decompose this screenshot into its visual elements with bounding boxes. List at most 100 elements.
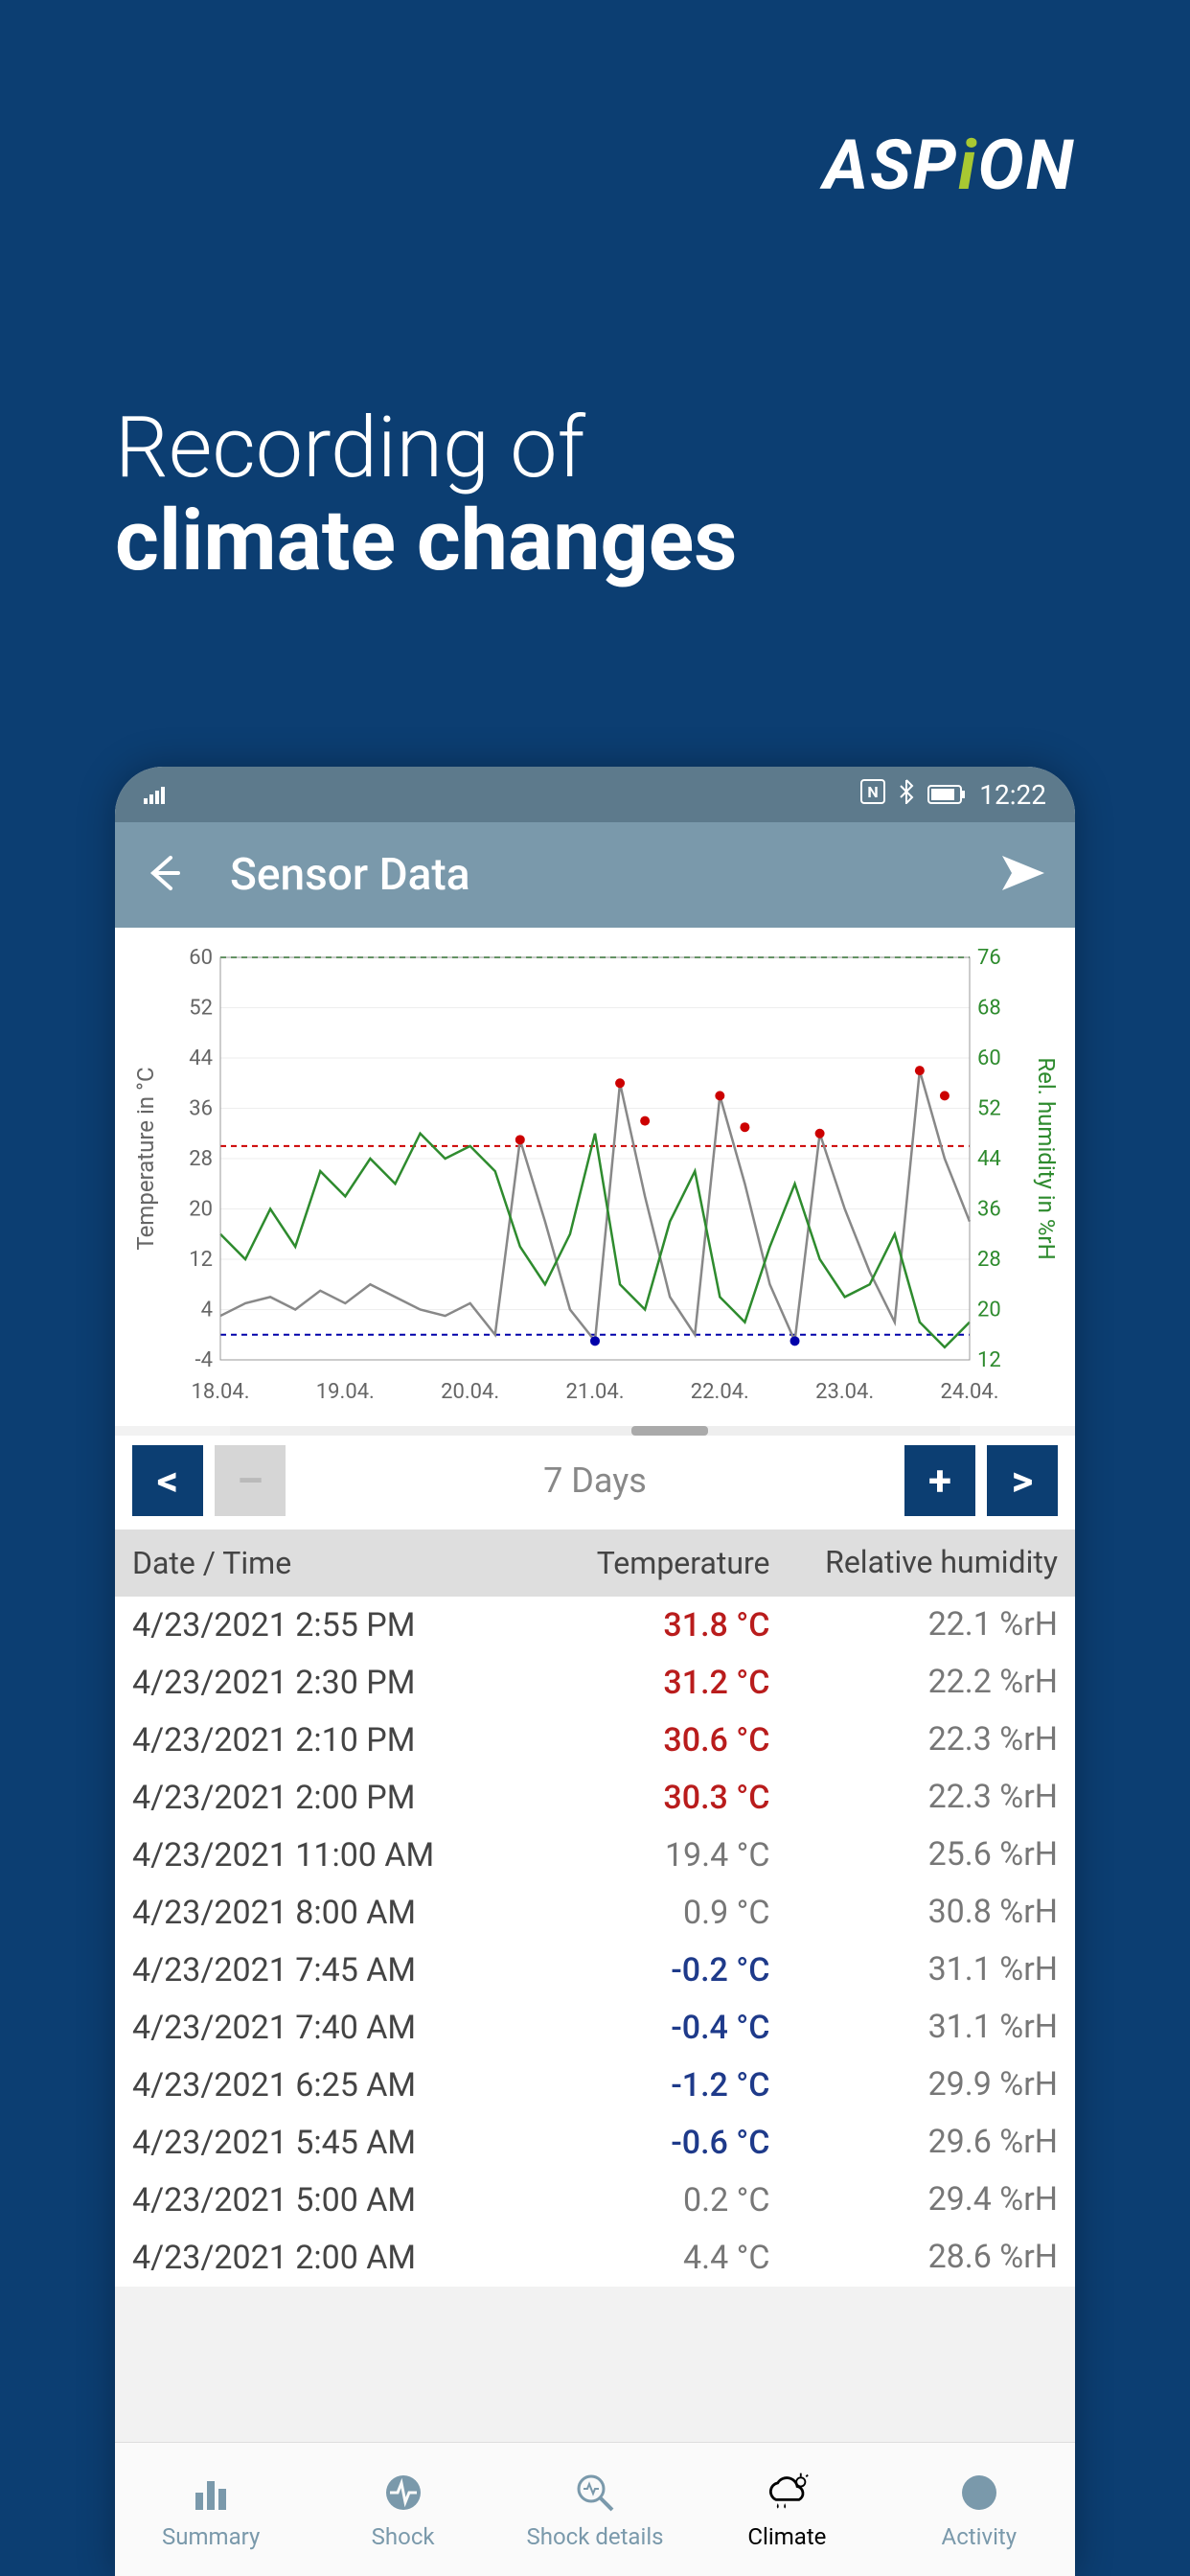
table-row[interactable]: 4/23/2021 2:00 AM4.4 °C28.6 %rH <box>115 2229 1075 2287</box>
table-row[interactable]: 4/23/2021 5:45 AM-0.6 °C29.6 %rH <box>115 2114 1075 2172</box>
svg-text:28: 28 <box>189 1147 213 1171</box>
cell-humidity: 22.1 %rH <box>799 1607 1058 1643</box>
table-row[interactable]: 4/23/2021 7:45 AM-0.2 °C31.1 %rH <box>115 1942 1075 1999</box>
send-icon[interactable] <box>1000 854 1046 896</box>
cell-humidity: 31.1 %rH <box>799 2010 1058 2045</box>
cell-datetime: 4/23/2021 2:00 PM <box>132 1779 539 1817</box>
table-row[interactable]: 4/23/2021 6:25 AM-1.2 °C29.9 %rH <box>115 2057 1075 2114</box>
nav-climate[interactable]: Climate <box>691 2443 882 2576</box>
svg-text:44: 44 <box>189 1046 213 1070</box>
cell-temperature: 30.3 °C <box>539 1779 798 1817</box>
range-label: 7 Days <box>297 1460 893 1501</box>
table-row[interactable]: 4/23/2021 5:00 AM0.2 °C29.4 %rH <box>115 2172 1075 2229</box>
cell-humidity: 28.6 %rH <box>799 2240 1058 2275</box>
back-icon[interactable] <box>144 854 182 896</box>
svg-text:60: 60 <box>189 947 213 970</box>
chart[interactable]: -441220283644526012202836445260687618.04… <box>115 928 1075 1426</box>
table-body: 4/23/2021 2:55 PM31.8 °C22.1 %rH4/23/202… <box>115 1597 1075 2287</box>
svg-text:36: 36 <box>189 1097 213 1121</box>
svg-text:60: 60 <box>977 1046 1001 1070</box>
chart-scrollbar[interactable] <box>230 1426 960 1436</box>
cell-temperature: 19.4 °C <box>539 1836 798 1874</box>
svg-text:22.04.: 22.04. <box>691 1380 749 1404</box>
cell-temperature: 0.2 °C <box>539 2181 798 2220</box>
clock-time: 12:22 <box>979 779 1046 811</box>
shock-icon <box>380 2470 426 2516</box>
nav-label: Activity <box>942 2523 1018 2550</box>
circle-icon <box>956 2470 1002 2516</box>
nav-label: Summary <box>162 2523 260 2550</box>
svg-text:12: 12 <box>977 1348 1001 1372</box>
table-row[interactable]: 4/23/2021 11:00 AM19.4 °C25.6 %rH <box>115 1827 1075 1884</box>
svg-text:19.04.: 19.04. <box>316 1380 375 1404</box>
prev-button[interactable]: < <box>132 1445 203 1516</box>
table-row[interactable]: 4/23/2021 7:40 AM-0.4 °C31.1 %rH <box>115 1999 1075 2057</box>
svg-text:68: 68 <box>977 997 1001 1021</box>
brand-logo: ASPiON <box>823 125 1075 206</box>
nav-shock-details[interactable]: Shock details <box>499 2443 691 2576</box>
cell-humidity: 25.6 %rH <box>799 1837 1058 1873</box>
cell-humidity: 30.8 %rH <box>799 1895 1058 1930</box>
cell-datetime: 4/23/2021 2:30 PM <box>132 1664 539 1702</box>
col-temperature: Temperature <box>539 1545 798 1581</box>
table-header: Date / Time Temperature Relative humidit… <box>115 1530 1075 1597</box>
table-row[interactable]: 4/23/2021 2:30 PM31.2 °C22.2 %rH <box>115 1654 1075 1712</box>
chart-controls: < – 7 Days + > <box>115 1436 1075 1530</box>
cell-temperature: 31.2 °C <box>539 1664 798 1702</box>
svg-text:4: 4 <box>201 1299 213 1322</box>
svg-text:N: N <box>868 783 879 801</box>
phone-mockup: N 12:22 Sensor Data -4412202836445260122… <box>115 767 1075 2576</box>
bar-chart-icon <box>188 2470 234 2516</box>
svg-text:36: 36 <box>977 1198 1001 1222</box>
svg-text:20.04.: 20.04. <box>441 1380 499 1404</box>
svg-text:12: 12 <box>189 1248 213 1272</box>
cell-humidity: 29.9 %rH <box>799 2067 1058 2103</box>
cell-temperature: -0.6 °C <box>539 2124 798 2162</box>
cell-temperature: 0.9 °C <box>539 1894 798 1932</box>
svg-text:20: 20 <box>977 1299 1001 1322</box>
svg-text:44: 44 <box>977 1147 1001 1171</box>
app-bar: Sensor Data <box>115 822 1075 928</box>
nav-label: Climate <box>747 2523 826 2550</box>
headline-line1: Recording of <box>115 399 585 497</box>
nav-summary[interactable]: Summary <box>115 2443 307 2576</box>
nav-label: Shock <box>372 2523 435 2550</box>
table-row[interactable]: 4/23/2021 8:00 AM0.9 °C30.8 %rH <box>115 1884 1075 1942</box>
table-row[interactable]: 4/23/2021 2:00 PM30.3 °C22.3 %rH <box>115 1769 1075 1827</box>
nav-shock[interactable]: Shock <box>307 2443 498 2576</box>
bluetooth-icon <box>899 779 914 811</box>
cell-datetime: 4/23/2021 2:00 AM <box>132 2239 539 2277</box>
cell-temperature: 31.8 °C <box>539 1606 798 1644</box>
page-title: Sensor Data <box>230 849 952 901</box>
cell-humidity: 31.1 %rH <box>799 1952 1058 1988</box>
cell-humidity: 29.4 %rH <box>799 2182 1058 2218</box>
table-row[interactable]: 4/23/2021 2:10 PM30.6 °C22.3 %rH <box>115 1712 1075 1769</box>
cell-datetime: 4/23/2021 8:00 AM <box>132 1894 539 1932</box>
nav-activity[interactable]: Activity <box>883 2443 1075 2576</box>
cell-temperature: -0.4 °C <box>539 2009 798 2047</box>
nav-label: Shock details <box>526 2523 663 2550</box>
cell-humidity: 22.3 %rH <box>799 1722 1058 1758</box>
svg-text:Rel. humidity in %rH: Rel. humidity in %rH <box>1033 1057 1056 1259</box>
headline: Recording of climate changes <box>115 402 737 588</box>
cell-temperature: 30.6 °C <box>539 1721 798 1760</box>
svg-text:-4: -4 <box>195 1348 213 1372</box>
cloud-icon <box>764 2470 810 2516</box>
col-datetime: Date / Time <box>132 1545 539 1581</box>
svg-text:28: 28 <box>977 1248 1001 1272</box>
cell-temperature: 4.4 °C <box>539 2239 798 2277</box>
cell-humidity: 29.6 %rH <box>799 2125 1058 2160</box>
search-shock-icon <box>572 2470 618 2516</box>
table-row[interactable]: 4/23/2021 2:55 PM31.8 °C22.1 %rH <box>115 1597 1075 1654</box>
col-humidity: Relative humidity <box>799 1546 1058 1579</box>
zoom-out-button[interactable]: – <box>215 1445 286 1516</box>
svg-text:24.04.: 24.04. <box>940 1380 998 1404</box>
next-button[interactable]: > <box>987 1445 1058 1516</box>
cell-temperature: -0.2 °C <box>539 1951 798 1990</box>
chart-svg: -441220283644526012202836445260687618.04… <box>134 947 1056 1418</box>
bottom-nav: Summary Shock Shock details Climate Activity <box>115 2442 1075 2576</box>
zoom-in-button[interactable]: + <box>904 1445 975 1516</box>
cell-datetime: 4/23/2021 7:45 AM <box>132 1951 539 1990</box>
svg-text:18.04.: 18.04. <box>191 1380 249 1404</box>
battery-icon <box>927 779 966 811</box>
